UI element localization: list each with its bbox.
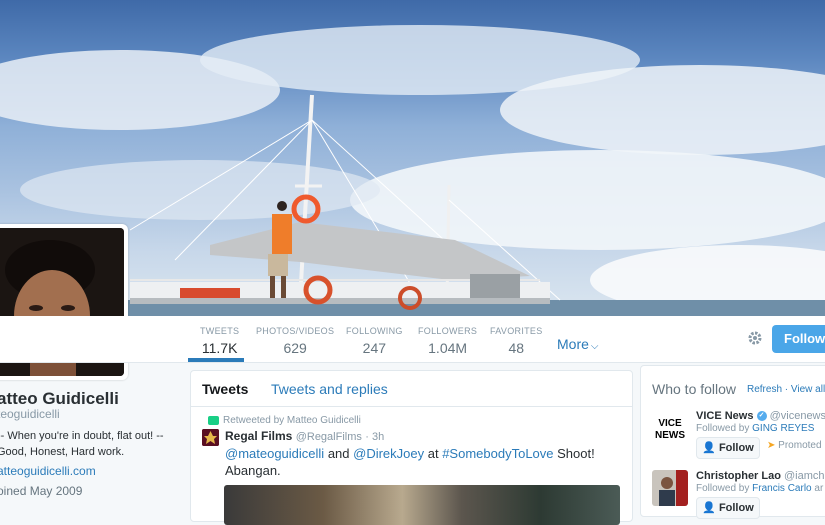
link-separator: · bbox=[782, 384, 791, 395]
stat-following[interactable]: FOLLOWING 247 bbox=[346, 326, 403, 356]
stat-following-value: 247 bbox=[362, 340, 387, 356]
tweet-text-fragment: at bbox=[424, 446, 443, 461]
stat-tweets[interactable]: TWEETS 11.7K bbox=[200, 326, 239, 356]
followed-by-user[interactable]: GING REYES bbox=[752, 423, 814, 434]
suggestion-name-line[interactable]: Christopher Lao @iamchrisla bbox=[696, 470, 825, 482]
profile-website-link[interactable]: atteoguidicelli.com bbox=[0, 464, 96, 478]
stat-followers[interactable]: FOLLOWERS 1.04M bbox=[418, 326, 477, 356]
tweet-media-photo[interactable] bbox=[224, 485, 620, 525]
followed-by-user[interactable]: Francis Carlo bbox=[752, 483, 811, 494]
followed-by-suffix: ar bbox=[811, 483, 824, 494]
suggestion-avatar[interactable] bbox=[652, 470, 688, 506]
suggestion-name[interactable]: VICE News bbox=[696, 410, 753, 422]
profile-bio: -- When you're in doubt, flat out! -- Go… bbox=[0, 430, 164, 458]
christopher-lao-avatar-photo bbox=[652, 470, 688, 506]
vice-logo-text: VICE bbox=[658, 418, 682, 429]
verified-badge-icon: ✓ bbox=[756, 411, 767, 422]
profile-joined-date: oined May 2009 bbox=[0, 484, 83, 498]
timeline-panel: Tweets Tweets and replies Retweeted by M… bbox=[190, 370, 633, 525]
stat-photos-videos-value: 629 bbox=[283, 340, 307, 356]
tweet-author-name[interactable]: Regal Films bbox=[225, 429, 292, 443]
tweet-hashtag[interactable]: #SomebodyToLove bbox=[442, 446, 553, 461]
suggestion-avatar[interactable]: VICE NEWS bbox=[652, 410, 688, 446]
news-logo-text: NEWS bbox=[655, 430, 685, 441]
stat-followers-label: FOLLOWERS bbox=[418, 326, 478, 336]
followed-by-line: Followed by Francis Carlo ar bbox=[696, 483, 823, 494]
tab-tweets[interactable]: Tweets bbox=[202, 381, 248, 397]
view-all-link[interactable]: View all bbox=[791, 384, 825, 395]
follow-button-label: Follow bbox=[718, 502, 754, 514]
followed-by-prefix: Followed by bbox=[696, 483, 753, 494]
tweet-author-handle[interactable]: @RegalFilms bbox=[296, 431, 362, 443]
tweet-mention[interactable]: @DirekJoey bbox=[353, 446, 424, 461]
stat-tweets-label: TWEETS bbox=[200, 326, 240, 336]
gear-icon[interactable] bbox=[746, 329, 766, 349]
refresh-link[interactable]: Refresh bbox=[747, 384, 782, 395]
suggestion-name-line[interactable]: VICE News ✓ @vicenews bbox=[696, 410, 825, 422]
active-stat-underline bbox=[188, 358, 244, 362]
stat-favorites[interactable]: FAVORITES 48 bbox=[490, 326, 543, 356]
tweet-author-avatar[interactable] bbox=[202, 429, 219, 446]
suggestion-handle[interactable]: @iamchrisla bbox=[784, 470, 825, 482]
suggestion-handle[interactable]: @vicenews bbox=[770, 410, 825, 422]
vice-news-logo-icon: VICE NEWS bbox=[652, 410, 688, 446]
tweet-text-fragment: and bbox=[324, 446, 354, 461]
add-user-icon: 👤 bbox=[702, 502, 716, 514]
stat-following-label: FOLLOWING bbox=[346, 326, 403, 336]
tweet-author-line[interactable]: Regal Films @RegalFilms · 3h bbox=[225, 429, 384, 443]
promoted-text: Promoted bbox=[778, 440, 822, 451]
follow-button[interactable]: 👤 Follow bbox=[696, 437, 760, 459]
tweet-timestamp[interactable]: · 3h bbox=[365, 431, 384, 443]
followed-by-line: Followed by GING REYES bbox=[696, 423, 814, 434]
who-to-follow-panel: Who to follow Refresh · View all VICE NE… bbox=[640, 365, 825, 519]
followed-by-prefix: Followed by bbox=[696, 423, 753, 434]
follow-button-label: Follow bbox=[718, 442, 754, 454]
profile-name: atteo Guidicelli bbox=[0, 389, 119, 408]
profile-nav-bar bbox=[0, 316, 825, 363]
stat-followers-value: 1.04M bbox=[428, 340, 468, 356]
stat-favorites-label: FAVORITES bbox=[490, 326, 543, 336]
retweeted-by-text: Retweeted by Matteo Guidicelli bbox=[223, 415, 361, 426]
stat-photos-videos-label: PHOTOS/VIDEOS bbox=[256, 326, 335, 336]
gear-icon-svg bbox=[748, 331, 762, 345]
following-button[interactable]: Following bbox=[772, 325, 825, 353]
more-menu-button[interactable]: More ⌵ bbox=[557, 336, 599, 352]
promoted-icon: ➤ bbox=[767, 440, 776, 451]
tweet-text: @mateoguidicelli and @DirekJoey at #Some… bbox=[225, 445, 625, 479]
regal-films-logo-icon bbox=[202, 429, 219, 446]
tab-tweets-and-replies[interactable]: Tweets and replies bbox=[271, 381, 388, 397]
add-user-icon: 👤 bbox=[702, 442, 716, 454]
stat-photos-videos[interactable]: PHOTOS/VIDEOS 629 bbox=[256, 326, 334, 356]
timeline-tabs: Tweets Tweets and replies bbox=[191, 371, 632, 407]
chevron-down-icon: ⌵ bbox=[590, 341, 599, 352]
who-to-follow-title: Who to follow bbox=[652, 381, 737, 397]
retweet-icon bbox=[208, 415, 219, 425]
suggestion-name[interactable]: Christopher Lao bbox=[696, 470, 781, 482]
stat-favorites-value: 48 bbox=[508, 340, 525, 356]
retweet-context: Retweeted by Matteo Guidicelli bbox=[208, 415, 361, 426]
who-to-follow-links: Refresh · View all bbox=[747, 384, 825, 395]
profile-handle[interactable]: teoguidicelli bbox=[0, 407, 60, 421]
follow-button[interactable]: 👤 Follow bbox=[696, 497, 760, 519]
tweet-mention[interactable]: @mateoguidicelli bbox=[225, 446, 324, 461]
more-label: More bbox=[557, 336, 589, 352]
promoted-label: ➤ Promoted bbox=[767, 440, 822, 451]
stat-tweets-value: 11.7K bbox=[201, 340, 238, 356]
